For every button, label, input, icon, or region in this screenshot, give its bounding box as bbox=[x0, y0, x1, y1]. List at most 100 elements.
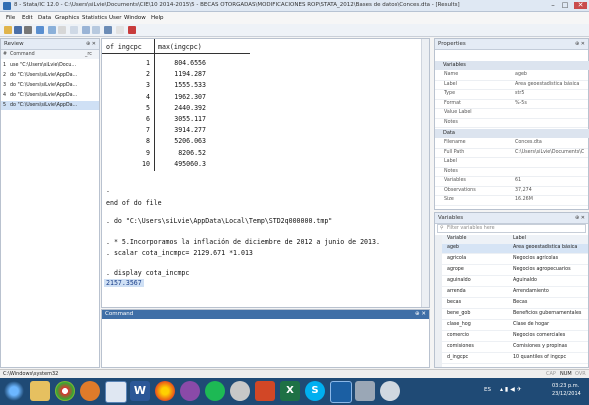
variable-row[interactable]: agricola Negocios agrícolas bbox=[435, 255, 588, 265]
property-row[interactable]: Notes bbox=[435, 168, 588, 177]
media-player-icon[interactable] bbox=[180, 381, 200, 401]
print-icon[interactable] bbox=[24, 26, 32, 34]
review-item[interactable]: 1 use "C:\Users\siLvie\Docu... bbox=[1, 61, 99, 70]
menu-window[interactable]: Window bbox=[124, 15, 146, 21]
another-app-icon[interactable] bbox=[380, 381, 400, 401]
property-row[interactable]: Label bbox=[435, 158, 588, 168]
variables-left-scrollbar[interactable] bbox=[435, 235, 442, 367]
variable-row[interactable]: bene_gob Beneficios gubernamentales bbox=[435, 310, 588, 320]
property-row[interactable]: Full Path C:\Users\siLvie\Documents\C bbox=[435, 149, 588, 158]
more-icon[interactable] bbox=[116, 26, 124, 34]
property-row[interactable]: Format %-5s bbox=[435, 100, 588, 109]
properties-title: Properties bbox=[438, 41, 466, 47]
clock-date[interactable]: 23/12/2014 bbox=[552, 391, 581, 397]
variables-col-label[interactable]: Label bbox=[513, 235, 585, 244]
review-item-number: 4 bbox=[3, 93, 7, 98]
property-row[interactable]: Type str5 bbox=[435, 90, 588, 100]
menu-help[interactable]: Help bbox=[151, 15, 164, 21]
menu-graphics[interactable]: Graphics bbox=[55, 15, 79, 21]
variable-row[interactable]: ageb Área geoestadística básica bbox=[435, 244, 588, 254]
excel-icon[interactable]: X bbox=[280, 381, 300, 401]
chrome-icon[interactable] bbox=[55, 381, 75, 401]
spotify-icon[interactable] bbox=[205, 381, 225, 401]
property-row[interactable]: Variables 61 bbox=[435, 177, 588, 187]
filter-placeholder: Filter variables here bbox=[447, 226, 495, 231]
property-row[interactable]: Filename Conces.dta bbox=[435, 139, 588, 149]
menu-statistics[interactable]: Statistics bbox=[82, 15, 107, 21]
menu-edit[interactable]: Edit bbox=[22, 15, 33, 21]
variable-name: becas bbox=[447, 300, 462, 305]
variable-row[interactable]: comercio Negocios comerciales bbox=[435, 332, 588, 342]
menu-user[interactable]: User bbox=[109, 15, 122, 21]
break-icon[interactable] bbox=[128, 26, 136, 34]
close-button[interactable]: ✕ bbox=[574, 2, 587, 9]
save-icon[interactable] bbox=[14, 26, 22, 34]
property-row[interactable]: Notes bbox=[435, 119, 588, 128]
pin-icon[interactable]: ⊕ ✕ bbox=[86, 39, 96, 49]
file-explorer-icon[interactable] bbox=[30, 381, 50, 401]
firefox-icon[interactable] bbox=[155, 381, 175, 401]
table-row-value: 1962.307 bbox=[174, 92, 206, 101]
property-row[interactable]: Label Área geoestadística básica bbox=[435, 81, 588, 90]
log-icon[interactable] bbox=[36, 26, 44, 34]
variables-filter-input[interactable]: ⚲ Filter variables here bbox=[437, 224, 586, 233]
variables-pin-icon[interactable]: ⊕ ✕ bbox=[575, 213, 585, 223]
review-item-selected[interactable]: 5 do "C:\Users\siLvie\AppDa... bbox=[1, 101, 99, 110]
stata-taskbar-icon[interactable] bbox=[330, 381, 352, 403]
powerpoint-icon[interactable] bbox=[255, 381, 275, 401]
property-key: Type bbox=[444, 91, 456, 96]
properties-variables-section[interactable]: Variables bbox=[435, 61, 589, 70]
variable-row[interactable]: clase_hog Clase de hogar bbox=[435, 321, 588, 331]
skype-icon[interactable]: S bbox=[305, 381, 325, 401]
variables-col-variable[interactable]: Variable bbox=[447, 235, 466, 244]
review-item[interactable]: 3 do "C:\Users\siLvie\AppDa... bbox=[1, 81, 99, 90]
table-row-value: 1194.287 bbox=[174, 70, 206, 79]
menu-data[interactable]: Data bbox=[38, 15, 51, 21]
variable-row[interactable]: comisiones Comisiones y propinas bbox=[435, 343, 588, 353]
properties-pin-icon[interactable]: ⊕ ✕ bbox=[575, 39, 585, 49]
comment-line: . * 5.Incorporamos la inflación de dicie… bbox=[106, 238, 380, 246]
variables-manager-icon[interactable] bbox=[104, 26, 112, 34]
property-row[interactable]: Value Label bbox=[435, 109, 588, 119]
window-icon[interactable] bbox=[105, 381, 127, 403]
variable-row[interactable]: d_ingcpc 10 quantiles of ingcpc bbox=[435, 354, 588, 364]
property-row[interactable]: Size 16.26M bbox=[435, 196, 588, 206]
properties-data-section[interactable]: Data bbox=[435, 129, 589, 138]
menu-file[interactable]: File bbox=[6, 15, 15, 21]
table-row-index: 10 bbox=[142, 159, 150, 168]
maximize-button[interactable]: □ bbox=[560, 2, 570, 9]
calculator-icon[interactable] bbox=[355, 381, 375, 401]
review-item[interactable]: 2 do "C:\Users\siLvie\AppDa... bbox=[1, 71, 99, 80]
viewer-icon[interactable] bbox=[48, 26, 56, 34]
data-browser-icon[interactable] bbox=[92, 26, 100, 34]
window-title: 8 - Stata/IC 12.0 - C:\Users\siLvie\Docu… bbox=[14, 2, 460, 8]
review-col-command[interactable]: Command bbox=[10, 50, 35, 59]
review-item[interactable]: 4 do "C:\Users\siLvie\AppDa... bbox=[1, 91, 99, 100]
data-editor-icon[interactable] bbox=[82, 26, 90, 34]
variable-row[interactable]: arrenda Arrendamiento bbox=[435, 288, 588, 298]
variable-row[interactable]: aguinaldo Aguinaldo bbox=[435, 277, 588, 287]
property-row[interactable]: Observations 37,274 bbox=[435, 187, 588, 196]
variable-row[interactable]: becas Becas bbox=[435, 299, 588, 309]
clock-time[interactable]: 03:23 p.m. bbox=[552, 383, 579, 389]
minimize-button[interactable]: – bbox=[548, 2, 558, 9]
variable-label: Negocios comerciales bbox=[513, 333, 566, 338]
open-icon[interactable] bbox=[4, 26, 12, 34]
command-pin-icon[interactable]: ⊕ ✕ bbox=[415, 310, 426, 319]
tray-icons[interactable]: ▴ ▮ ◀ ✈ bbox=[500, 386, 522, 393]
review-item-command: do "C:\Users\siLvie\AppDa... bbox=[10, 93, 78, 98]
results-window[interactable]: of ingcpc max(ingcpc) 1 804.6556 2 1194.287… bbox=[101, 38, 430, 308]
do-file-editor-icon[interactable] bbox=[70, 26, 78, 34]
variable-row[interactable]: agrope Negocios agropecuarios bbox=[435, 266, 588, 276]
command-window[interactable]: Command ⊕ ✕ bbox=[101, 309, 430, 368]
word-icon[interactable]: W bbox=[130, 381, 150, 401]
itunes-icon[interactable] bbox=[230, 381, 250, 401]
results-scrollbar[interactable] bbox=[421, 39, 429, 307]
display-result: 2157.3567 bbox=[104, 279, 144, 287]
browser-icon[interactable] bbox=[80, 381, 100, 401]
end-of-do-file: end of do file bbox=[106, 199, 162, 207]
language-indicator[interactable]: ES bbox=[484, 387, 491, 393]
property-row[interactable]: Name ageb bbox=[435, 71, 588, 81]
graph-icon[interactable] bbox=[58, 26, 66, 34]
start-button-icon[interactable] bbox=[4, 381, 24, 401]
